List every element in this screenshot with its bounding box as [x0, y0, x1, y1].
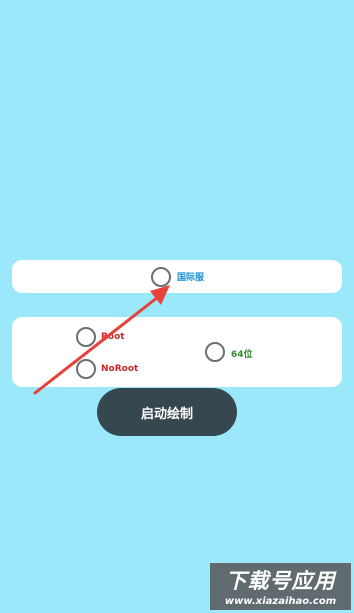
annotation-arrow-icon	[33, 285, 170, 395]
watermark-title: 下载号应用	[225, 569, 336, 593]
arrow-shaft	[33, 295, 160, 395]
watermark-url: www.xiazaihao.com	[224, 596, 337, 607]
watermark-logo: 下载号应用 www.xiazaihao.com	[210, 563, 351, 610]
